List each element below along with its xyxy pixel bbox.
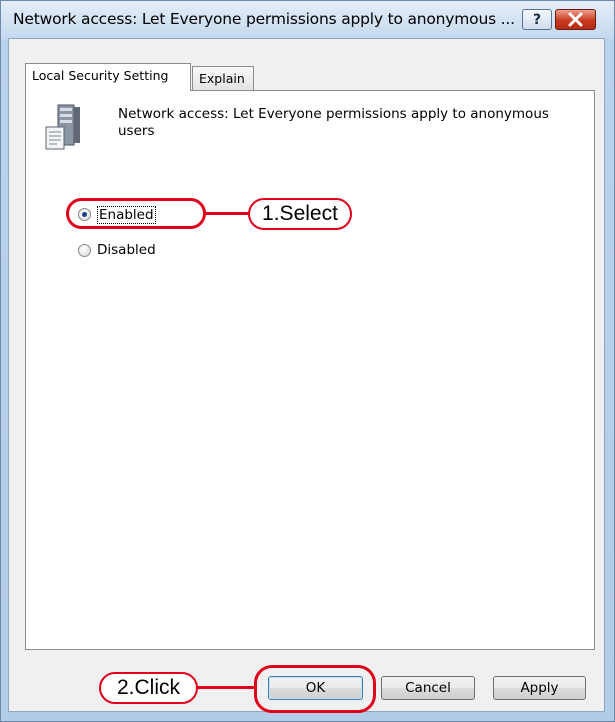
disabled-option[interactable]: Disabled: [78, 242, 168, 260]
tab-label: Explain: [199, 71, 245, 86]
enabled-highlight-ring: [66, 198, 206, 229]
select-callout-line: [205, 212, 249, 215]
ok-highlight-ring: [254, 665, 376, 713]
policy-description: Network access: Let Everyone permissions…: [118, 106, 549, 139]
window-title: Network access: Let Everyone permissions…: [13, 10, 515, 28]
select-callout-label: 1.Select: [248, 198, 352, 230]
server-policy-icon: [45, 104, 80, 150]
close-icon: [568, 12, 583, 27]
title-bar[interactable]: Network access: Let Everyone permissions…: [1, 1, 614, 39]
tab-label: Local Security Setting: [32, 68, 169, 83]
disabled-radio[interactable]: [78, 244, 91, 257]
disabled-label[interactable]: Disabled: [97, 242, 156, 258]
click-callout-line: [196, 686, 256, 689]
tab-local-security-setting[interactable]: Local Security Setting: [25, 63, 191, 91]
close-button[interactable]: [555, 9, 596, 30]
tab-panel: [25, 90, 595, 650]
help-button[interactable]: ?: [522, 9, 552, 30]
cancel-button[interactable]: Cancel: [381, 676, 475, 700]
tab-explain[interactable]: Explain: [192, 66, 254, 90]
click-callout-label: 2.Click: [99, 672, 198, 704]
apply-button[interactable]: Apply: [493, 676, 586, 700]
